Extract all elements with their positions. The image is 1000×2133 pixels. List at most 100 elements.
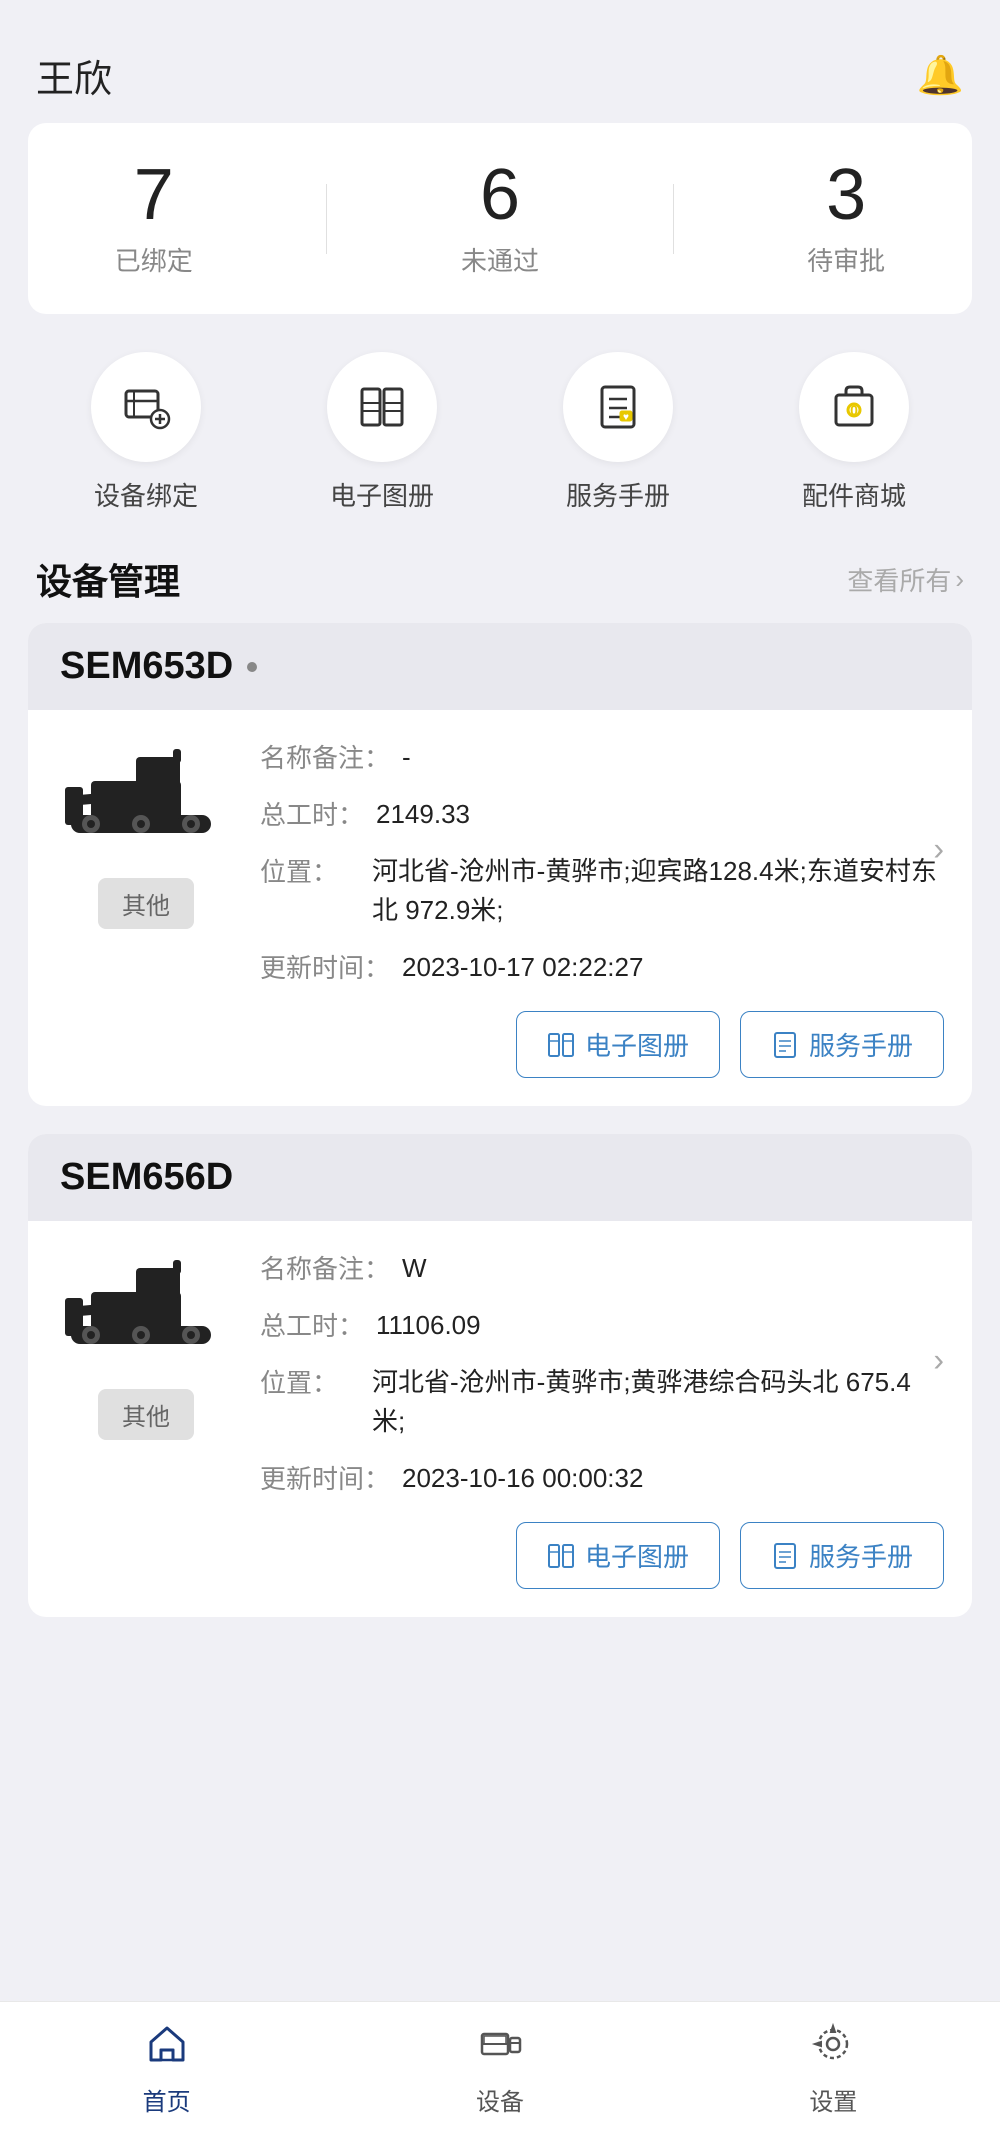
settings-svg-icon: [811, 2022, 855, 2066]
stat-bound: 7 已绑定: [115, 159, 193, 278]
device-info-2: 名称备注： W 总工时： 11106.09 位置： 河北省-沧州市-黄骅市;黄骅…: [260, 1249, 944, 1498]
stat-pending: 3 待审批: [807, 159, 885, 278]
stat-pending-label: 待审批: [807, 241, 885, 278]
name-note-value-2: W: [402, 1249, 427, 1288]
user-name: 王欣: [36, 48, 112, 103]
device-arrow-2[interactable]: ›: [933, 1341, 944, 1378]
nav-device[interactable]: 设备: [420, 2022, 580, 2117]
info-hours-1: 总工时： 2149.33: [260, 795, 944, 834]
action-service-manual[interactable]: ♥ 服务手册: [563, 352, 673, 513]
e-manual-label: 电子图册: [330, 476, 434, 513]
svg-text:♥: ♥: [623, 412, 629, 423]
e-manual-button-2[interactable]: 电子图册: [516, 1522, 720, 1589]
stat-divider-2: [673, 184, 674, 254]
hours-label-1: 总工时：: [260, 795, 364, 832]
e-manual-icon-wrap: [327, 352, 437, 462]
device-card-sem653d: SEM653D: [28, 623, 972, 1106]
device-left-2: 其他: [56, 1249, 236, 1498]
parts-shop-label: 配件商城: [802, 476, 906, 513]
name-note-value-1: -: [402, 738, 411, 777]
device-image-1: [56, 738, 236, 858]
service-manual-button-1[interactable]: 服务手册: [740, 1011, 944, 1078]
hours-label-2: 总工时：: [260, 1306, 364, 1343]
update-label-1: 更新时间：: [260, 948, 390, 985]
view-all-button[interactable]: 查看所有 ›: [847, 561, 964, 598]
e-manual-btn-icon-1: [547, 1031, 575, 1059]
hours-value-1: 2149.33: [376, 795, 470, 834]
info-hours-2: 总工时： 11106.09: [260, 1306, 944, 1345]
device-arrow-1[interactable]: ›: [933, 830, 944, 867]
device-actions-1: 电子图册 服务手册: [28, 987, 972, 1106]
service-manual-btn-label-1: 服务手册: [809, 1026, 913, 1063]
device-actions-2: 电子图册 服务手册: [28, 1498, 972, 1617]
stat-pending-number: 3: [826, 159, 866, 231]
bell-icon[interactable]: 🔔: [917, 54, 964, 98]
bulldozer-icon-2: [61, 1254, 231, 1364]
stat-failed-label: 未通过: [461, 241, 539, 278]
update-value-1: 2023-10-17 02:22:27: [402, 948, 643, 987]
settings-icon: [811, 2022, 855, 2074]
info-name-note-1: 名称备注： -: [260, 738, 944, 777]
e-manual-btn-label-1: 电子图册: [585, 1026, 689, 1063]
stat-bound-number: 7: [134, 159, 174, 231]
info-update-2: 更新时间： 2023-10-16 00:00:32: [260, 1459, 944, 1498]
device-model-2: SEM656D: [60, 1156, 233, 1199]
header: 王欣 🔔: [0, 0, 1000, 123]
name-note-label-2: 名称备注：: [260, 1249, 390, 1286]
service-manual-btn-label-2: 服务手册: [809, 1537, 913, 1574]
device-info-1: 名称备注： - 总工时： 2149.33 位置： 河北省-沧州市-黄骅市;迎宾路…: [260, 738, 944, 987]
location-value-1: 河北省-沧州市-黄骅市;迎宾路128.4米;东道安村东北 972.9米;: [372, 852, 944, 930]
nav-home[interactable]: 首页: [87, 2022, 247, 2117]
location-value-2: 河北省-沧州市-黄骅市;黄骅港综合码头北 675.4米;: [372, 1363, 944, 1441]
service-manual-btn-icon-1: [771, 1031, 799, 1059]
info-update-1: 更新时间： 2023-10-17 02:22:27: [260, 948, 944, 987]
nav-settings[interactable]: 设置: [753, 2022, 913, 2117]
update-value-2: 2023-10-16 00:00:32: [402, 1459, 643, 1498]
nav-home-label: 首页: [143, 2082, 191, 2117]
home-icon: [145, 2022, 189, 2074]
device-tag-1: 其他: [98, 878, 194, 929]
device-svg-icon: [478, 2022, 522, 2066]
device-tag-2: 其他: [98, 1389, 194, 1440]
home-svg-icon: [145, 2022, 189, 2066]
quick-actions: 设备绑定 电子图册: [0, 342, 1000, 543]
parts-shop-icon: 0: [828, 381, 880, 433]
device-model-1: SEM653D: [60, 645, 233, 688]
action-device-bind[interactable]: 设备绑定: [91, 352, 201, 513]
location-label-2: 位置：: [260, 1363, 360, 1400]
info-location-2: 位置： 河北省-沧州市-黄骅市;黄骅港综合码头北 675.4米;: [260, 1363, 944, 1441]
action-e-manual[interactable]: 电子图册: [327, 352, 437, 513]
device-bind-icon-wrap: [91, 352, 201, 462]
device-bind-icon: [120, 381, 172, 433]
stats-card: 7 已绑定 6 未通过 3 待审批: [28, 123, 972, 314]
stat-divider-1: [326, 184, 327, 254]
info-name-note-2: 名称备注： W: [260, 1249, 944, 1288]
stat-failed: 6 未通过: [461, 159, 539, 278]
device-bind-label: 设备绑定: [94, 476, 198, 513]
service-manual-icon: ♥: [592, 381, 644, 433]
device-image-2: [56, 1249, 236, 1369]
stat-failed-number: 6: [480, 159, 520, 231]
device-nav-icon: [478, 2022, 522, 2074]
view-all-chevron-icon: ›: [955, 564, 964, 595]
e-manual-btn-icon-2: [547, 1542, 575, 1570]
action-parts-shop[interactable]: 0 配件商城: [799, 352, 909, 513]
device-body-1: 其他 名称备注： - 总工时： 2149.33 位置： 河北省-沧州市-黄骅市;…: [28, 710, 972, 987]
service-manual-label: 服务手册: [566, 476, 670, 513]
nav-settings-label: 设置: [809, 2082, 857, 2117]
update-label-2: 更新时间：: [260, 1459, 390, 1496]
device-card-header-1: SEM653D: [28, 623, 972, 710]
e-manual-button-1[interactable]: 电子图册: [516, 1011, 720, 1078]
svg-text:0: 0: [850, 402, 858, 418]
parts-shop-icon-wrap: 0: [799, 352, 909, 462]
device-card-header-2: SEM656D: [28, 1134, 972, 1221]
device-management-title: 设备管理: [36, 553, 180, 605]
device-card-sem656d: SEM656D: [28, 1134, 972, 1617]
service-manual-icon-wrap: ♥: [563, 352, 673, 462]
e-manual-btn-label-2: 电子图册: [585, 1537, 689, 1574]
service-manual-btn-icon-2: [771, 1542, 799, 1570]
e-manual-icon: [356, 381, 408, 433]
section-header-devices: 设备管理 查看所有 ›: [0, 543, 1000, 623]
service-manual-button-2[interactable]: 服务手册: [740, 1522, 944, 1589]
hours-value-2: 11106.09: [376, 1306, 481, 1345]
